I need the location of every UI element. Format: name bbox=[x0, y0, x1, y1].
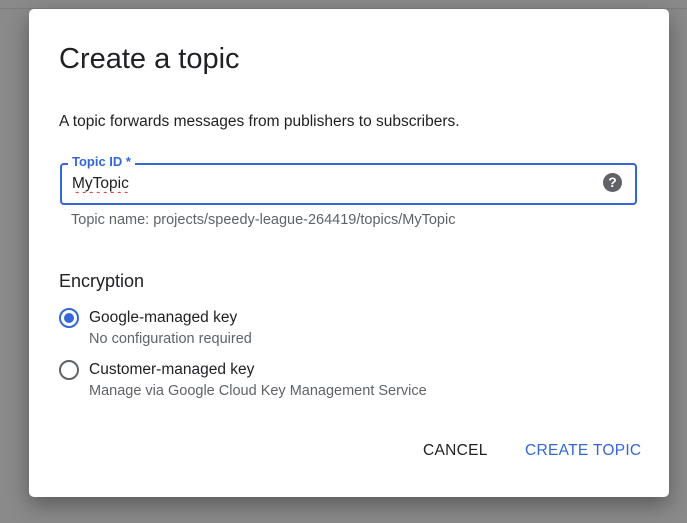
cancel-button[interactable]: CANCEL bbox=[423, 441, 488, 461]
topic-id-label: Topic ID * bbox=[68, 154, 135, 170]
topic-name-hint: Topic name: projects/speedy-league-26441… bbox=[71, 212, 456, 228]
radio-option-description: No configuration required bbox=[89, 331, 252, 347]
dialog-description: A topic forwards messages from publisher… bbox=[59, 113, 460, 130]
topic-id-field: Topic ID * ? bbox=[60, 154, 637, 205]
dialog-title: Create a topic bbox=[59, 43, 240, 75]
create-topic-dialog: Create a topic A topic forwards messages… bbox=[29, 9, 669, 497]
help-circle-icon[interactable]: ? bbox=[603, 173, 622, 192]
topic-id-input[interactable] bbox=[72, 173, 592, 195]
radio-option-description: Manage via Google Cloud Key Management S… bbox=[89, 383, 427, 399]
create-topic-button[interactable]: CREATE TOPIC bbox=[525, 441, 641, 461]
encryption-section-title: Encryption bbox=[59, 271, 145, 291]
radio-button-unchecked[interactable] bbox=[59, 360, 79, 380]
radio-option-label: Google-managed key bbox=[89, 309, 238, 326]
radio-button-checked[interactable] bbox=[59, 308, 79, 328]
radio-option-label: Customer-managed key bbox=[89, 361, 255, 378]
